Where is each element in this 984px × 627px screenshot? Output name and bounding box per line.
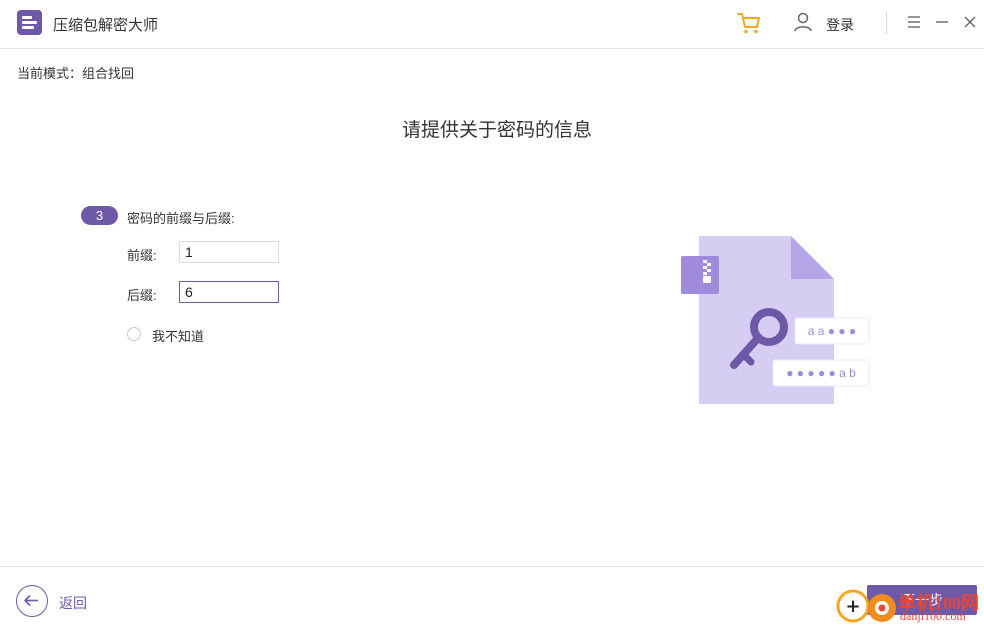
- login-link[interactable]: 登录: [826, 15, 854, 35]
- cart-icon[interactable]: [736, 10, 762, 36]
- suffix-label: 后缀:: [127, 288, 157, 303]
- close-icon[interactable]: [962, 14, 978, 30]
- back-label[interactable]: 返回: [59, 593, 87, 613]
- watermark-logo: +: [836, 589, 896, 623]
- divider: [886, 12, 887, 34]
- prefix-input[interactable]: [179, 241, 279, 263]
- app-title: 压缩包解密大师: [53, 17, 159, 34]
- step-number-badge: 3: [81, 206, 118, 225]
- password-tag-2: ● ● ● ● ● a b: [786, 366, 856, 380]
- zip-icon: [681, 256, 719, 294]
- footer-divider: [0, 566, 984, 567]
- unknown-radio[interactable]: [127, 327, 141, 341]
- page-title: 请提供关于密码的信息: [401, 120, 592, 141]
- step-label: 密码的前缀与后缀:: [127, 211, 235, 226]
- back-arrow-icon[interactable]: [16, 585, 48, 617]
- back-button[interactable]: 返回: [16, 585, 116, 617]
- suffix-input[interactable]: [179, 281, 279, 303]
- watermark-url: danji100.com: [900, 609, 966, 623]
- password-tag-1: a a ● ● ●: [808, 324, 856, 338]
- prefix-label: 前缀:: [127, 248, 157, 263]
- menu-icon[interactable]: [906, 14, 922, 30]
- file-key-illustration: a a ● ● ● ● ● ● ● ● a b: [681, 236, 870, 404]
- unknown-radio-label[interactable]: 我不知道: [152, 326, 204, 345]
- app-logo-icon: [17, 10, 42, 35]
- current-mode-label: 当前模式：组合找回: [17, 66, 135, 81]
- svg-text:+: +: [845, 596, 860, 617]
- user-icon[interactable]: [792, 11, 814, 33]
- minimize-icon[interactable]: [934, 14, 950, 30]
- title-bar: 压缩包解密大师 登录: [0, 0, 984, 49]
